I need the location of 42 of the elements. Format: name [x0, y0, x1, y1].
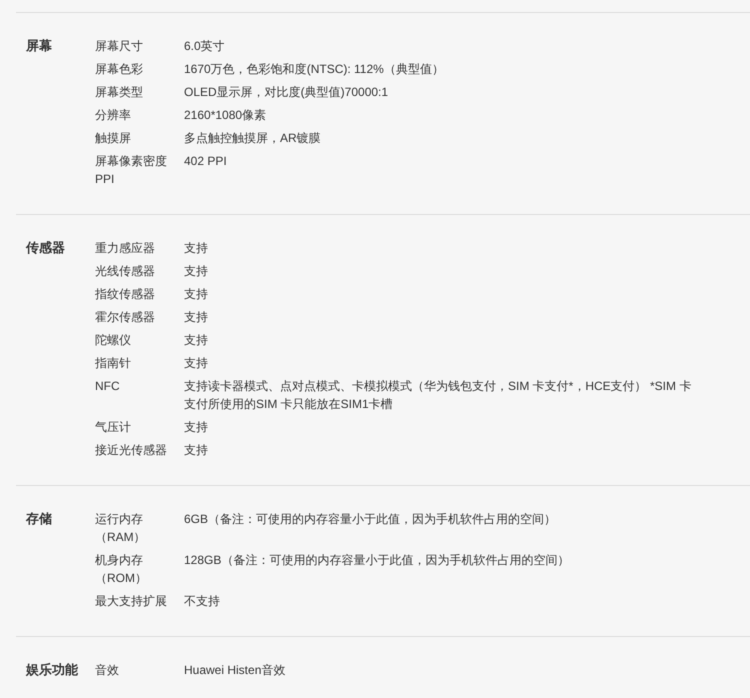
spec-label: 指纹传感器 — [95, 286, 156, 303]
spec-value: 402 PPI — [184, 153, 228, 170]
spec-value: 支持读卡器模式、点对点模式、卡模拟模式（华为钱包支付，SIM 卡支付*，HCE支付） *SIM 卡支付所使用的SIM 卡只能放在SIM1卡槽 — [184, 378, 692, 413]
spec-value: 支持 — [184, 355, 209, 372]
section-title: 娱乐功能 — [24, 661, 79, 679]
spec-value: 支持 — [184, 286, 209, 303]
spec-value: 多点触控触摸屏，AR镀膜 — [184, 130, 322, 147]
spec-value: 6.0英寸 — [184, 38, 226, 55]
spec-label: NFC — [95, 378, 121, 395]
spec-label: 屏幕类型 — [95, 84, 144, 101]
spec-value: OLED显示屏，对比度(典型值)70000:1 — [184, 84, 390, 101]
section-title: 屏幕 — [24, 37, 53, 55]
spec-label: 音效 — [95, 662, 120, 679]
spec-label: 光线传感器 — [95, 263, 156, 280]
spec-value: 1670万色，色彩饱和度(NTSC): 112%（典型值） — [184, 61, 445, 78]
spec-value: 6GB（备注：可使用的内存容量小于此值，因为手机软件占用的空间） — [184, 511, 558, 528]
spec-label: 屏幕色彩 — [95, 61, 144, 78]
spec-value: 支持 — [184, 419, 209, 436]
spec-value: 支持 — [184, 309, 209, 326]
spec-label: 运行内存（RAM） — [95, 511, 147, 546]
spec-value: 支持 — [184, 442, 209, 459]
spec-value: 支持 — [184, 240, 209, 257]
spec-value: 支持 — [184, 332, 209, 349]
spec-value: 128GB（备注：可使用的内存容量小于此值，因为手机软件占用的空间） — [184, 552, 570, 569]
spec-value: 不支持 — [184, 593, 221, 610]
spec-label: 重力感应器 — [95, 240, 156, 257]
spec-label: 陀螺仪 — [95, 332, 132, 349]
spec-label: 机身内存（ROM） — [95, 552, 148, 587]
section-title: 存储 — [24, 510, 53, 528]
section-title: 传感器 — [24, 239, 66, 257]
spec-label: 气压计 — [95, 419, 132, 436]
spec-label: 最大支持扩展 — [95, 593, 168, 610]
spec-value: 支持 — [184, 263, 209, 280]
spec-label: 接近光传感器 — [95, 442, 168, 459]
spec-label: 屏幕尺寸 — [95, 38, 144, 55]
spec-label: 触摸屏 — [95, 130, 132, 147]
spec-label: 屏幕像素密度 PPI — [95, 153, 168, 188]
spec-label: 霍尔传感器 — [95, 309, 156, 326]
spec-label: 指南针 — [95, 355, 132, 372]
spec-value: Huawei Histen音效 — [184, 662, 286, 679]
spec-value: 2160*1080像素 — [184, 107, 268, 124]
spec-label: 分辨率 — [95, 107, 132, 124]
